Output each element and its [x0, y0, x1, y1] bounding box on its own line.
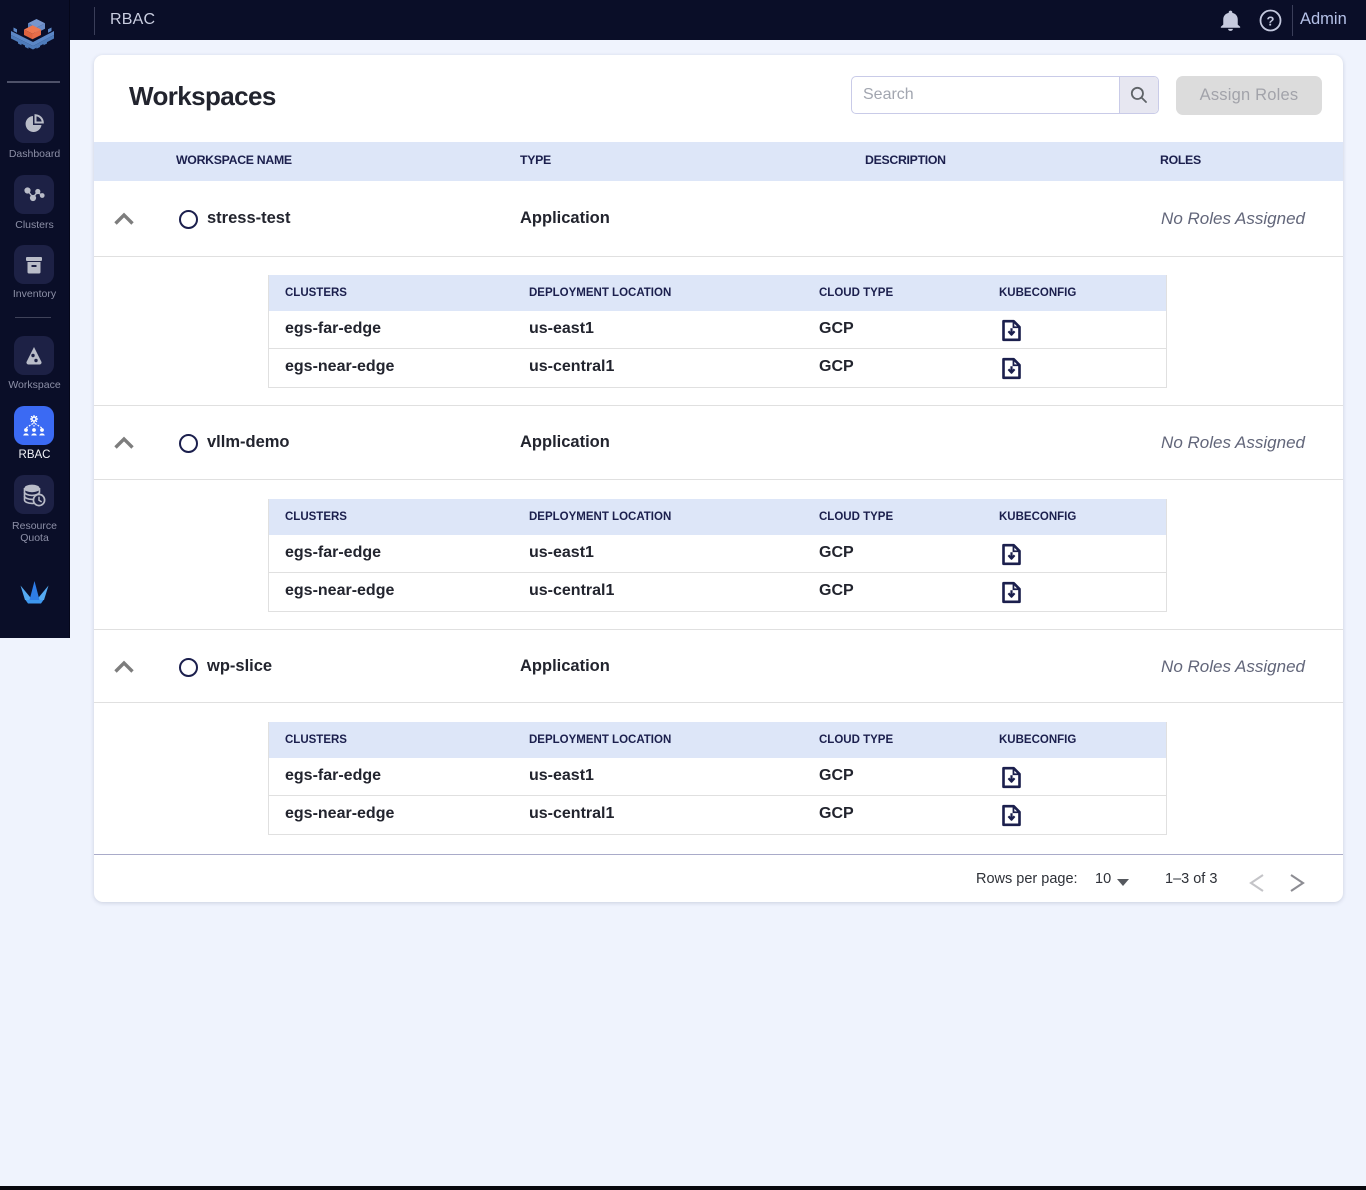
- svg-text:?: ?: [1267, 13, 1275, 28]
